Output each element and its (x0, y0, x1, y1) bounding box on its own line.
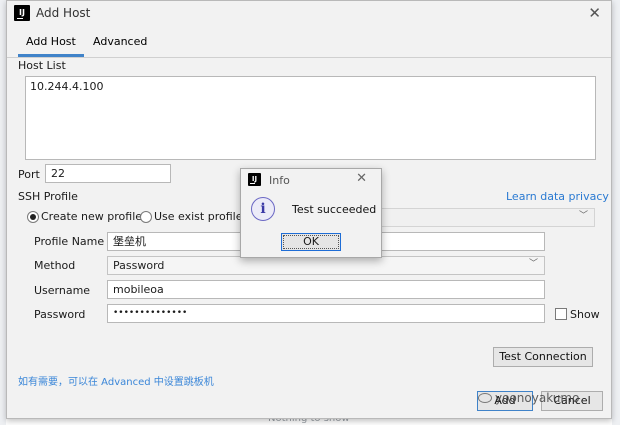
method-select-value: Password (113, 259, 165, 272)
password-label: Password (34, 308, 86, 321)
info-icon: i (251, 197, 275, 221)
tab-advanced[interactable]: Advanced (93, 35, 147, 57)
username-input[interactable]: mobileoa (107, 280, 545, 299)
intellij-app-icon: IJ (14, 5, 30, 21)
host-list-textarea[interactable]: 10.244.4.100 (25, 76, 596, 160)
ok-button[interactable]: OK (281, 233, 341, 251)
background-panel-right (612, 0, 620, 425)
host-list-label: Host List (18, 59, 66, 72)
window-title: Add Host (36, 6, 91, 20)
info-dialog-message: Test succeeded (292, 203, 377, 216)
create-new-profile-radio[interactable] (27, 211, 39, 223)
create-new-profile-label[interactable]: Create new profile (41, 210, 142, 223)
watermark-text: yoonoyakumo (495, 391, 580, 405)
profile-name-label: Profile Name (34, 235, 105, 248)
tabs-divider (7, 57, 611, 58)
intellij-app-icon: IJ (248, 173, 261, 186)
close-icon[interactable]: ✕ (588, 4, 601, 22)
chevron-down-icon: ﹀ (578, 211, 588, 221)
advanced-hint-text: 如有需要，可以在 Advanced 中设置跳板机 (18, 377, 214, 388)
password-input[interactable]: •••••••••••••• (107, 304, 545, 323)
title-bar: IJ Add Host ✕ (7, 1, 611, 27)
info-dialog-title: Info (269, 174, 290, 187)
close-icon[interactable]: ✕ (356, 171, 367, 186)
wechat-icon (478, 393, 492, 403)
show-password-checkbox[interactable] (555, 308, 567, 320)
username-label: Username (34, 284, 91, 297)
tab-add-host[interactable]: Add Host (18, 35, 84, 57)
ssh-profile-label: SSH Profile (18, 190, 78, 203)
method-select[interactable]: Password ﹀ (107, 256, 545, 275)
info-dialog: IJ Info ✕ i Test succeeded OK (240, 168, 382, 258)
learn-data-privacy-link[interactable]: Learn data privacy (506, 190, 609, 203)
port-input[interactable]: 22 (45, 164, 171, 183)
method-label: Method (34, 259, 76, 272)
test-connection-button[interactable]: Test Connection (493, 347, 593, 367)
port-label: Port (18, 168, 40, 181)
show-password-label[interactable]: Show (570, 308, 600, 321)
chevron-down-icon: ﹀ (528, 259, 538, 269)
use-exist-profile-label[interactable]: Use exist profile (154, 210, 242, 223)
watermark: yoonoyakumo (478, 391, 579, 405)
use-exist-profile-radio[interactable] (140, 211, 152, 223)
